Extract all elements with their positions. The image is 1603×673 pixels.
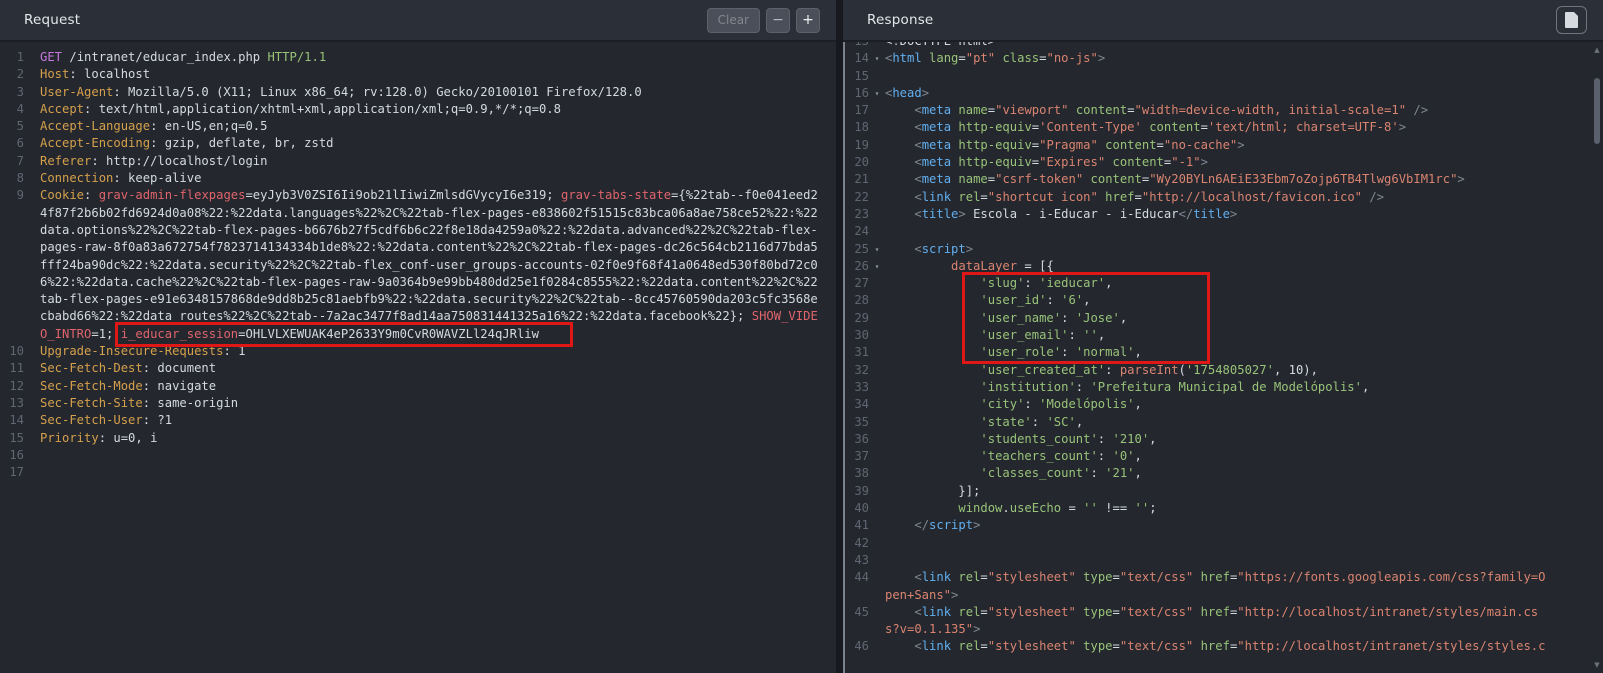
- code-line: 31 'user_role': 'normal',: [845, 344, 1603, 361]
- export-file-button[interactable]: [1556, 6, 1587, 34]
- code-line: 35 'state': 'SC',: [845, 414, 1603, 431]
- code-line: 2Host: localhost: [0, 66, 836, 83]
- code-line: 24: [845, 223, 1603, 240]
- code-line: 30 'user_email': '',: [845, 327, 1603, 344]
- code-line: 26▾ dataLayer = [{: [845, 258, 1603, 275]
- code-line: 40 window.useEcho = '' !== '';: [845, 500, 1603, 517]
- code-line: 34 'city': 'Modelópolis',: [845, 396, 1603, 413]
- response-title: Response: [867, 12, 933, 28]
- code-line: 1GET /intranet/educar_index.php HTTP/1.1: [0, 49, 836, 66]
- code-line: 17 <meta name="viewport" content="width=…: [845, 102, 1603, 119]
- code-line: 14▾<html lang="pt" class="no-js">: [845, 50, 1603, 67]
- code-line: cbabd66%22:%22data_routes%22%2C%22tab--7…: [0, 308, 836, 325]
- code-line: 33 'institution': 'Prefeitura Municipal …: [845, 379, 1603, 396]
- code-line: 6%22:%22data.cache%22%2C%22tab-flex-page…: [0, 274, 836, 291]
- code-line: 9Cookie: grav-admin-flexpages=eyJyb3V0ZS…: [0, 187, 836, 204]
- collapse-button[interactable]: −: [766, 8, 790, 33]
- request-header: Request Clear − +: [0, 0, 836, 42]
- code-line: 3User-Agent: Mozilla/5.0 (X11; Linux x86…: [0, 84, 836, 101]
- request-editor[interactable]: 1GET /intranet/educar_index.php HTTP/1.1…: [0, 42, 836, 673]
- code-line: 17: [0, 464, 836, 481]
- code-line: 44 <link rel="stylesheet" type="text/css…: [845, 569, 1603, 586]
- code-line: 12Sec-Fetch-Mode: navigate: [0, 378, 836, 395]
- code-line: 41 </script>: [845, 517, 1603, 534]
- code-line: 38 'classes_count': '21',: [845, 465, 1603, 482]
- code-line: 37 'teachers_count': '0',: [845, 448, 1603, 465]
- code-line: 6Accept-Encoding: gzip, deflate, br, zst…: [0, 135, 836, 152]
- response-viewer[interactable]: 13<!DOCTYPE html>14▾<html lang="pt" clas…: [843, 42, 1603, 673]
- code-line: O_INTRO=1; i_educar_session=OHLVLXEWUAK4…: [0, 326, 836, 343]
- code-line: 15Priority: u=0, i: [0, 430, 836, 447]
- code-line: 4Accept: text/html,application/xhtml+xml…: [0, 101, 836, 118]
- add-button[interactable]: +: [796, 8, 820, 33]
- code-line: 8Connection: keep-alive: [0, 170, 836, 187]
- response-scrollbar: ▲ ▼: [1592, 44, 1602, 673]
- code-line: 13<!DOCTYPE html>: [845, 42, 1603, 50]
- code-line: 32 'user_created_at': parseInt('17548050…: [845, 362, 1603, 379]
- code-line: 29 'user_name': 'Jose',: [845, 310, 1603, 327]
- code-line: 13Sec-Fetch-Site: same-origin: [0, 395, 836, 412]
- code-line: fff24ba90dc%22:%22data.security%22%2C%22…: [0, 257, 836, 274]
- request-panel: Request Clear − + 1GET /intranet/educar_…: [0, 0, 836, 673]
- code-line: 42: [845, 535, 1603, 552]
- code-line: 15: [845, 68, 1603, 85]
- code-line: 39 }];: [845, 483, 1603, 500]
- code-line: 5Accept-Language: en-US,en;q=0.5: [0, 118, 836, 135]
- code-line: 23 <title> Escola - i-Educar - i-Educar<…: [845, 206, 1603, 223]
- scrollbar-thumb[interactable]: [1594, 78, 1600, 144]
- code-line: 4f87f2b6b02fd6924d0a08%22:%22data.langua…: [0, 205, 836, 222]
- scroll-up-icon[interactable]: ▲: [1593, 46, 1601, 54]
- code-line: 36 'students_count': '210',: [845, 431, 1603, 448]
- code-line: 10Upgrade-Insecure-Requests: 1: [0, 343, 836, 360]
- code-line: 45 <link rel="stylesheet" type="text/css…: [845, 604, 1603, 621]
- code-line: 18 <meta http-equiv='Content-Type' conte…: [845, 119, 1603, 136]
- file-icon: [1565, 12, 1578, 28]
- code-line: tab-flex-pages-e91e6348157868de9dd8b25c8…: [0, 291, 836, 308]
- code-line: 14Sec-Fetch-User: ?1: [0, 412, 836, 429]
- code-line: 28 'user_id': '6',: [845, 292, 1603, 309]
- code-line: 27 'slug': 'ieducar',: [845, 275, 1603, 292]
- panel-divider[interactable]: [836, 0, 843, 673]
- response-panel: Response 13<!DOCTYPE html>14▾<html lang=…: [843, 0, 1603, 673]
- code-line: 7Referer: http://localhost/login: [0, 153, 836, 170]
- scroll-down-icon[interactable]: ▼: [1593, 661, 1601, 669]
- code-line: data.options%22%2C%22tab-flex-pages-b667…: [0, 222, 836, 239]
- code-line: pen+Sans">: [845, 587, 1603, 604]
- code-line: 43: [845, 552, 1603, 569]
- code-line: pages-raw-8f0a83a672754f7823714134334b1d…: [0, 239, 836, 256]
- response-header: Response: [843, 0, 1603, 42]
- code-line: 22 <link rel="shortcut icon" href="http:…: [845, 189, 1603, 206]
- code-line: 20 <meta http-equiv="Expires" content="-…: [845, 154, 1603, 171]
- code-line: 11Sec-Fetch-Dest: document: [0, 360, 836, 377]
- code-line: 25▾ <script>: [845, 241, 1603, 258]
- code-line: s?v=0.1.135">: [845, 621, 1603, 638]
- code-line: 19 <meta http-equiv="Pragma" content="no…: [845, 137, 1603, 154]
- code-line: 21 <meta name="csrf-token" content="Wy20…: [845, 171, 1603, 188]
- request-title: Request: [24, 12, 80, 28]
- code-line: 16▾<head>: [845, 85, 1603, 102]
- clear-button[interactable]: Clear: [707, 8, 760, 33]
- code-line: 16: [0, 447, 836, 464]
- code-line: 46 <link rel="stylesheet" type="text/css…: [845, 638, 1603, 655]
